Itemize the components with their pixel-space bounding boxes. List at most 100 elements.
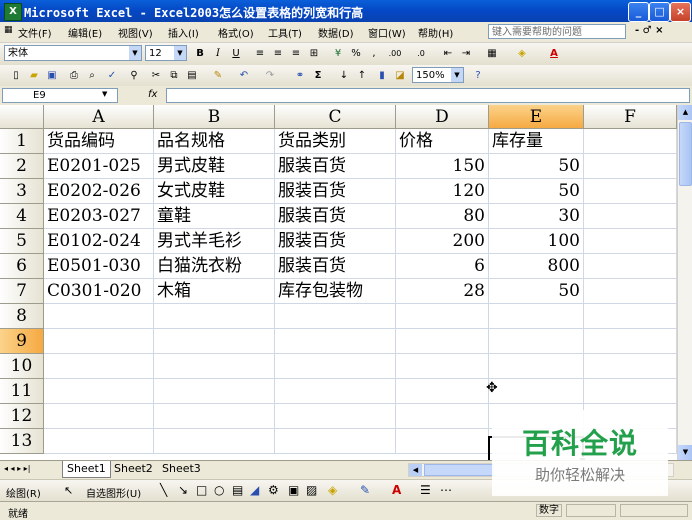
currency-icon[interactable]: ¥: [330, 46, 346, 62]
cell-a12[interactable]: [44, 404, 154, 429]
cell-c10[interactable]: [275, 354, 396, 379]
new-icon[interactable]: ▯: [8, 68, 24, 84]
maximize-button[interactable]: □: [649, 2, 670, 22]
tab-sheet1[interactable]: Sheet1: [62, 461, 111, 478]
cut-icon[interactable]: ✂: [148, 68, 164, 84]
undo-icon[interactable]: ↶: [236, 68, 252, 84]
menu-window[interactable]: 窗口(W): [368, 25, 406, 40]
column-header-c[interactable]: C: [275, 105, 396, 129]
close-button[interactable]: ×: [670, 2, 691, 22]
picture-icon[interactable]: ▨: [306, 483, 317, 497]
cell-b6[interactable]: 白猫洗衣粉: [154, 254, 275, 279]
cell-a8[interactable]: [44, 304, 154, 329]
scroll-down-icon[interactable]: ▼: [678, 445, 692, 460]
vertical-scroll-thumb[interactable]: [679, 122, 692, 186]
formula-input[interactable]: [166, 88, 690, 103]
sort-ascending-icon[interactable]: ↓: [336, 68, 352, 84]
menu-insert[interactable]: 插入(I): [168, 25, 199, 40]
column-header-f[interactable]: F: [584, 105, 677, 129]
cell-e10[interactable]: [489, 354, 584, 379]
tab-sheet2[interactable]: Sheet2: [110, 461, 157, 477]
cell-c3[interactable]: 服装百货: [275, 179, 396, 204]
autosum-button[interactable]: Σ: [310, 68, 326, 84]
cell-d12[interactable]: [396, 404, 489, 429]
cell-e11[interactable]: [489, 379, 584, 404]
cell-a10[interactable]: [44, 354, 154, 379]
drawing-icon[interactable]: ◪: [392, 68, 408, 84]
cell-c2[interactable]: 服装百货: [275, 154, 396, 179]
cell-f2[interactable]: [584, 154, 677, 179]
minimize-button[interactable]: _: [628, 2, 649, 22]
cell-e5[interactable]: 100: [489, 229, 584, 254]
italic-button[interactable]: I: [210, 46, 226, 62]
document-window-controls[interactable]: - ♂ ×: [635, 25, 663, 36]
open-icon[interactable]: ▰: [26, 68, 42, 84]
spelling-icon[interactable]: ✓: [104, 68, 120, 84]
paste-icon[interactable]: ▤: [184, 68, 200, 84]
name-box[interactable]: E9: [2, 88, 118, 103]
help-icon[interactable]: ?: [470, 68, 486, 84]
cell-a7[interactable]: C0301-020: [44, 279, 154, 304]
tab-navigation-icon[interactable]: ◂ ◂ ▸ ▸|: [4, 464, 30, 473]
save-icon[interactable]: ▣: [44, 68, 60, 84]
row-header-1[interactable]: 1: [0, 129, 44, 154]
cell-b13[interactable]: [154, 429, 275, 454]
increase-indent-icon[interactable]: ⇥: [458, 46, 474, 62]
cell-e6[interactable]: 800: [489, 254, 584, 279]
scroll-up-icon[interactable]: ▲: [678, 105, 692, 120]
cell-d8[interactable]: [396, 304, 489, 329]
borders-icon[interactable]: ▦: [484, 46, 500, 62]
cell-e3[interactable]: 50: [489, 179, 584, 204]
row-header-9[interactable]: 9: [0, 329, 44, 354]
vertical-scrollbar[interactable]: ▲ ▼: [677, 105, 692, 460]
cell-c8[interactable]: [275, 304, 396, 329]
cell-c1[interactable]: 货品类别: [275, 129, 396, 154]
row-header-13[interactable]: 13: [0, 429, 44, 454]
row-header-6[interactable]: 6: [0, 254, 44, 279]
percent-button[interactable]: %: [348, 46, 364, 62]
menu-tools[interactable]: 工具(T): [268, 25, 302, 40]
cell-b1[interactable]: 品名规格: [154, 129, 275, 154]
print-preview-icon[interactable]: ⌕: [84, 68, 100, 84]
chevron-down-icon[interactable]: ▼: [102, 90, 107, 98]
cell-c7[interactable]: 库存包装物: [275, 279, 396, 304]
decrease-indent-icon[interactable]: ⇤: [440, 46, 456, 62]
cell-a5[interactable]: E0102-024: [44, 229, 154, 254]
oval-icon[interactable]: ○: [214, 483, 224, 497]
row-header-11[interactable]: 11: [0, 379, 44, 404]
cell-c11[interactable]: [275, 379, 396, 404]
cell-e7[interactable]: 50: [489, 279, 584, 304]
cell-e8[interactable]: [489, 304, 584, 329]
column-header-e[interactable]: E: [489, 105, 584, 129]
redo-icon[interactable]: ↷: [262, 68, 278, 84]
fx-icon[interactable]: fx: [148, 89, 157, 100]
font-name-select[interactable]: 宋体 ▼: [4, 45, 142, 61]
chart-wizard-icon[interactable]: ▮: [374, 68, 390, 84]
cell-b3[interactable]: 女式皮鞋: [154, 179, 275, 204]
tab-sheet3[interactable]: Sheet3: [158, 461, 205, 477]
row-header-4[interactable]: 4: [0, 204, 44, 229]
cell-c4[interactable]: 服装百货: [275, 204, 396, 229]
fill-color-icon[interactable]: ◈: [328, 483, 337, 497]
arrow-icon[interactable]: ↘: [178, 483, 188, 497]
horizontal-scroll-thumb[interactable]: [424, 464, 494, 476]
cell-e1[interactable]: 库存量: [489, 129, 584, 154]
copy-icon[interactable]: ⧉: [166, 68, 182, 84]
clipart-icon[interactable]: ▣: [288, 483, 299, 497]
cell-b9[interactable]: [154, 329, 275, 354]
bold-button[interactable]: B: [192, 46, 208, 62]
cell-d5[interactable]: 200: [396, 229, 489, 254]
fill-color-icon[interactable]: ◈: [514, 46, 530, 62]
row-header-12[interactable]: 12: [0, 404, 44, 429]
font-color-icon[interactable]: A: [546, 46, 562, 62]
cell-f9[interactable]: [584, 329, 677, 354]
diagram-icon[interactable]: ⚙: [268, 483, 279, 497]
cell-d3[interactable]: 120: [396, 179, 489, 204]
increase-decimal-button[interactable]: .00: [384, 46, 406, 62]
cell-f8[interactable]: [584, 304, 677, 329]
cell-a1[interactable]: 货品编码: [44, 129, 154, 154]
cell-d13[interactable]: [396, 429, 489, 454]
column-header-a[interactable]: A: [44, 105, 154, 129]
cell-f3[interactable]: [584, 179, 677, 204]
cell-c9[interactable]: [275, 329, 396, 354]
